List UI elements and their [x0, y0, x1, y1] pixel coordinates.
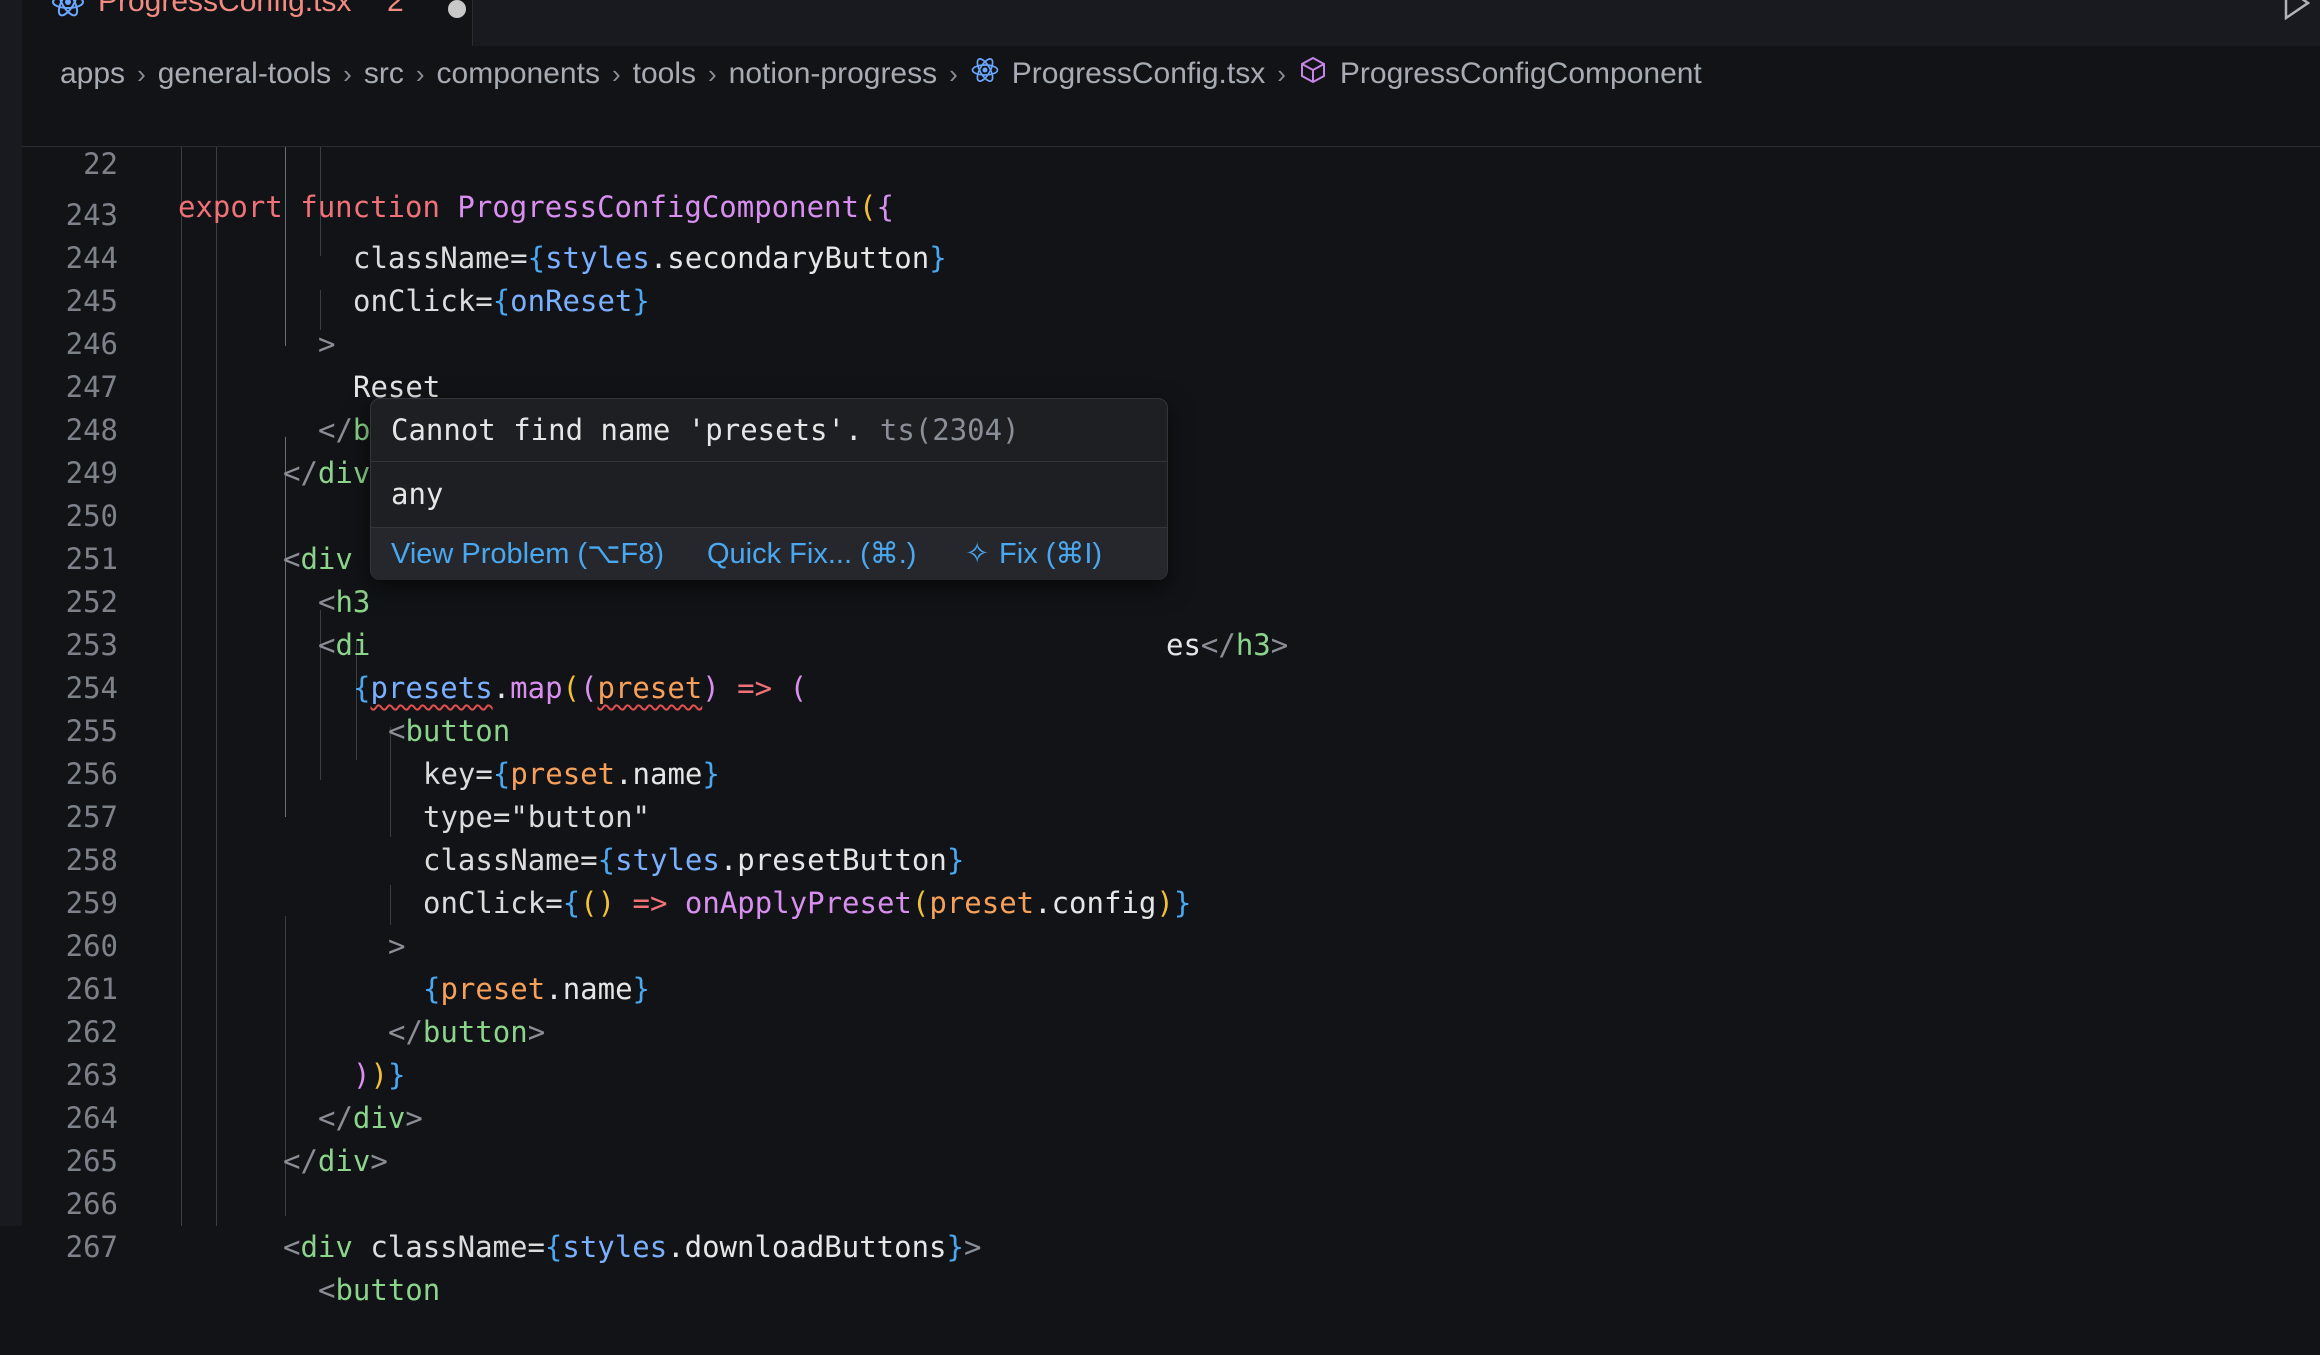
- code-line: 262 ))}: [22, 968, 2320, 1092]
- code-line: 263 </div>: [22, 1011, 2320, 1135]
- breadcrumb-item-file[interactable]: ProgressConfig.tsx: [1012, 57, 1265, 91]
- code-line: 265: [22, 1097, 2320, 1178]
- code-line: 250 <div: [22, 452, 2320, 576]
- tab-bar: ProgressConfig.tsx 2: [22, 0, 2320, 46]
- code-line: 257 className={styles.presetButton}: [22, 753, 2320, 877]
- code-line: 258 onClick={() => onApplyPreset(preset.…: [22, 796, 2320, 920]
- code-line: 256 type="button": [22, 710, 2320, 834]
- breadcrumb-item-symbol[interactable]: ProgressConfigComponent: [1340, 57, 1702, 91]
- token-brace: }: [946, 1230, 964, 1264]
- unsaved-dot-icon[interactable]: [448, 0, 466, 18]
- token-tag: div: [300, 1230, 353, 1264]
- token-attribute: className=: [352, 1230, 545, 1264]
- chevron-right-icon: ›: [137, 58, 146, 89]
- sticky-scroll[interactable]: 22 export function ProgressConfigCompone…: [22, 100, 2320, 224]
- line-number: 267: [65, 1230, 118, 1264]
- code-line: 246 Reset: [22, 280, 2320, 404]
- code-line: 260 {preset.name}: [22, 882, 2320, 1006]
- hover-action-bar: View Problem (⌥F8) Quick Fix... (⌘.) ✧ F…: [371, 527, 1167, 580]
- breadcrumb: apps › general-tools › src › components …: [60, 52, 1702, 96]
- activity-strip: [0, 0, 22, 1226]
- tab-progressconfig[interactable]: ProgressConfig.tsx 2: [22, 0, 473, 46]
- token-variable: styles: [562, 1230, 668, 1264]
- run-icon[interactable]: [2282, 0, 2312, 25]
- code-line: 264 </div>: [22, 1054, 2320, 1178]
- quick-fix-link[interactable]: Quick Fix... (⌘.): [707, 536, 916, 571]
- breadcrumb-item-apps[interactable]: apps: [60, 57, 125, 91]
- chevron-right-icon: ›: [1277, 58, 1286, 89]
- breadcrumb-item-tools[interactable]: tools: [633, 57, 696, 91]
- breadcrumb-item-notion-progress[interactable]: notion-progress: [729, 57, 937, 91]
- token-tag: button: [335, 1273, 441, 1307]
- code-editor[interactable]: 243 className={styles.secondaryButton} 2…: [22, 100, 2320, 1307]
- hover-type-info: any: [391, 477, 444, 511]
- code-line: 251 <h3 es</h3>: [22, 495, 2320, 662]
- chevron-right-icon: ›: [343, 58, 352, 89]
- code-line: 245 >: [22, 237, 2320, 361]
- token-punctuation: >: [963, 1230, 982, 1264]
- problem-count-badge: 2: [387, 0, 404, 18]
- error-text: Cannot find name 'presets'.: [391, 413, 863, 447]
- token-function: ProgressConfigComponent: [457, 190, 859, 224]
- breadcrumb-item-src[interactable]: src: [364, 57, 404, 91]
- code-line: 267 <button: [22, 1183, 2320, 1307]
- sparkle-icon: ✧: [965, 538, 990, 570]
- hover-divider: [371, 461, 1167, 462]
- chevron-right-icon: ›: [611, 58, 621, 89]
- chevron-right-icon: ›: [708, 58, 717, 89]
- symbol-component-icon: [1298, 55, 1328, 93]
- line-number: 22: [83, 147, 118, 181]
- breadcrumb-item-general-tools[interactable]: general-tools: [158, 57, 331, 91]
- token-property: .downloadButtons: [667, 1230, 947, 1264]
- code-line: 261 </button>: [22, 925, 2320, 1049]
- chevron-right-icon: ›: [415, 58, 425, 89]
- token-punctuation: <: [283, 1230, 301, 1264]
- error-code: ts(2304): [879, 413, 1020, 447]
- token-brace: {: [544, 1230, 563, 1264]
- code-line: 259 >: [22, 839, 2320, 963]
- error-hover-popup[interactable]: Cannot find name 'presets'. ts(2304) any…: [370, 398, 1168, 580]
- code-line: 252 <di: [22, 538, 2320, 662]
- tab-label: ProgressConfig.tsx: [98, 0, 352, 18]
- hover-error-message: Cannot find name 'presets'. ts(2304): [391, 413, 1020, 447]
- token-punctuation: <: [318, 1273, 336, 1307]
- code-line: 253 {presets.map((preset) => (: [22, 581, 2320, 705]
- token-brace: {: [876, 190, 894, 224]
- ai-fix-link[interactable]: Fix (⌘I): [999, 536, 1102, 571]
- code-line: 254 <button: [22, 624, 2320, 748]
- code-line: 255 key={preset.name}: [22, 667, 2320, 791]
- code-line: 248 </div>: [22, 366, 2320, 490]
- code-line: 266 <div className={styles.downloadButto…: [22, 1140, 2320, 1264]
- token-keyword: function: [300, 190, 440, 224]
- view-problem-link[interactable]: View Problem (⌥F8): [391, 536, 664, 571]
- sticky-scroll-code: export function ProgressConfigComponent(…: [178, 186, 894, 229]
- breadcrumb-item-components[interactable]: components: [437, 57, 600, 91]
- token-paren: (: [858, 190, 877, 224]
- token-keyword: export: [178, 190, 283, 224]
- react-icon: [50, 0, 86, 25]
- code-line: 249: [22, 409, 2320, 490]
- code-line: 247 </button>: [22, 323, 2320, 447]
- react-icon: [970, 55, 1000, 93]
- chevron-right-icon: ›: [949, 58, 958, 89]
